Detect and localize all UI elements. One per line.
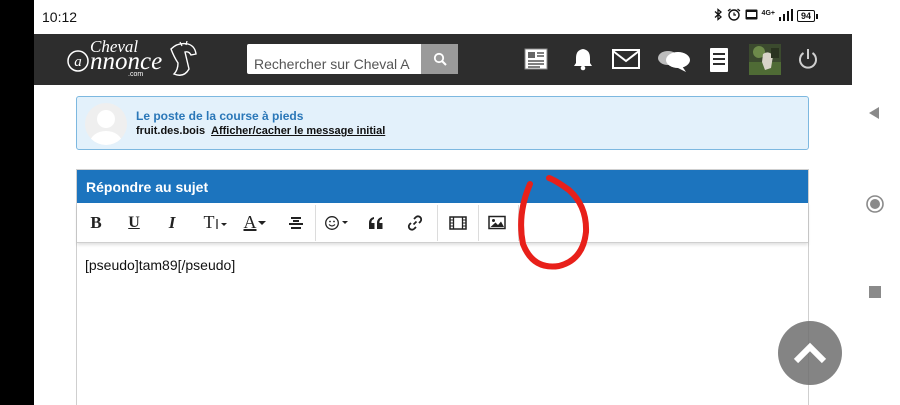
film-icon [449, 215, 467, 230]
strikethrough-button[interactable] [283, 203, 309, 242]
bell-icon[interactable] [572, 47, 594, 71]
bluetooth-icon [714, 8, 723, 24]
newspaper-icon[interactable] [523, 47, 549, 71]
logo-annonce-word: nnonce [90, 48, 163, 75]
chevron-down-icon [257, 220, 266, 225]
toolbar-separator [315, 205, 316, 241]
left-black-bar [0, 0, 34, 405]
smiley-icon [325, 215, 348, 230]
main-content: Le poste de la course à pieds fruit.des.… [75, 85, 810, 405]
quote-button[interactable] [363, 203, 389, 242]
font-color-button[interactable]: A [239, 203, 271, 242]
android-nav-bar [852, 0, 900, 405]
reply-title: Répondre au sujet [86, 179, 209, 195]
link-button[interactable] [402, 203, 428, 242]
svg-text:a: a [74, 54, 82, 70]
chevron-up-icon [793, 342, 827, 364]
status-icons: 4G+ 94 [714, 8, 818, 24]
quote-icon [369, 216, 383, 229]
quoted-username[interactable]: fruit.des.bois [136, 125, 205, 137]
battery-level: 94 [796, 10, 815, 22]
browser-screen: 10:12 4G+ 94 Cheval a nnonce .com Recher… [34, 0, 852, 405]
text-size-button[interactable]: T [199, 203, 231, 242]
search-button[interactable] [421, 44, 458, 74]
menu-list-icon[interactable] [709, 47, 729, 73]
scroll-to-top-button[interactable] [778, 321, 842, 385]
toolbar-separator [437, 205, 438, 241]
toolbar-separator [478, 205, 479, 241]
italic-button[interactable]: I [159, 203, 185, 242]
message-editor[interactable]: [pseudo]tam89[/pseudo] [77, 244, 808, 405]
logo-com-text: .com [128, 71, 144, 78]
power-icon[interactable] [797, 47, 819, 71]
image-icon [488, 215, 506, 230]
text-size-label: T [203, 212, 215, 232]
toggle-initial-message-link[interactable]: Afficher/cacher le message initial [211, 125, 385, 137]
reply-panel: Répondre au sujet B U I T A [pseudo]tam8… [76, 169, 809, 405]
reply-header: Répondre au sujet [77, 170, 808, 203]
emoji-button[interactable] [321, 203, 353, 242]
editor-toolbar: B U I T A [77, 203, 808, 243]
video-button[interactable] [445, 203, 471, 242]
strikethrough-icon [289, 216, 303, 229]
site-logo[interactable]: Cheval a nnonce .com [66, 37, 197, 81]
underline-button[interactable]: U [121, 203, 147, 242]
site-header: Cheval a nnonce .com [34, 34, 852, 85]
quoted-topic-title[interactable]: Le poste de la course à pieds [136, 109, 303, 123]
search-bar [247, 44, 458, 74]
chat-icon[interactable] [656, 47, 692, 73]
battery-icon: 94 [796, 10, 818, 22]
volte-icon [745, 9, 758, 23]
text-size-icon [215, 218, 227, 229]
recents-icon[interactable] [869, 285, 881, 303]
toolbar-separator [518, 205, 519, 241]
horse-head-icon [168, 40, 198, 86]
profile-avatar[interactable] [749, 44, 781, 75]
quoted-message-box: Le poste de la course à pieds fruit.des.… [76, 96, 809, 150]
back-icon[interactable] [868, 106, 880, 125]
image-button[interactable] [484, 203, 510, 242]
editor-content[interactable]: [pseudo]tam89[/pseudo] [85, 257, 235, 273]
mail-icon[interactable] [611, 47, 641, 71]
font-color-label: A [243, 212, 257, 232]
link-icon [407, 214, 423, 231]
status-bar: 10:12 4G+ 94 [34, 0, 852, 34]
search-icon [433, 52, 447, 66]
home-icon[interactable] [865, 194, 885, 219]
network-label: 4G+ [761, 9, 775, 17]
user-avatar [85, 103, 127, 145]
alarm-icon [727, 8, 741, 24]
signal-icon [778, 8, 793, 24]
logo-annonce-text: a nnonce [66, 48, 162, 76]
status-time: 10:12 [42, 9, 78, 25]
search-input[interactable] [247, 44, 421, 74]
bold-button[interactable]: B [83, 203, 109, 242]
